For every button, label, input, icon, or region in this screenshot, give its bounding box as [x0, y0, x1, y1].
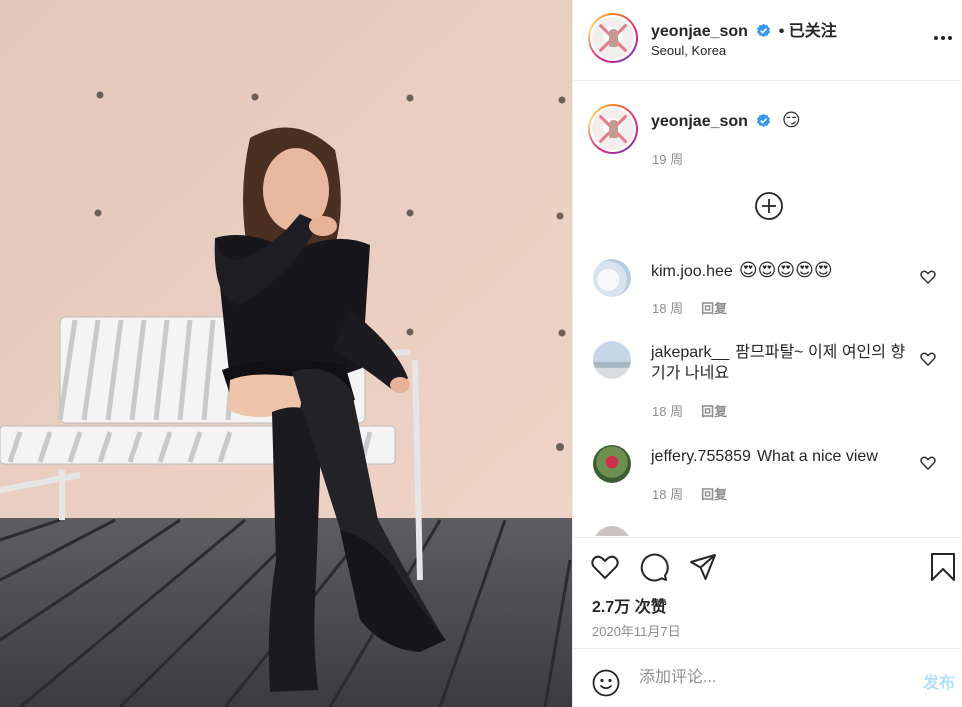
post-location[interactable]: Seoul, Korea: [651, 43, 726, 58]
comment-time[interactable]: 18 周: [652, 301, 683, 316]
comment-meta: 18 周 回复: [652, 484, 727, 503]
likes-count[interactable]: 2.7万 次赞: [592, 593, 667, 617]
comment-composer: 发布: [573, 648, 962, 707]
commenter-avatar[interactable]: [593, 445, 631, 483]
side-panel: yeonjae_son • 已关注 Seoul, Korea yeonjae_s…: [572, 0, 962, 707]
comment-input[interactable]: [639, 666, 899, 690]
comment-text: 😍😍😍😍😍: [738, 260, 833, 281]
comment-meta: 18 周 回复: [652, 298, 727, 317]
comment-text: What a nice view: [756, 448, 878, 465]
commenter-avatar[interactable]: [593, 259, 631, 297]
photo-illustration: [0, 0, 572, 707]
caption: yeonjae_son 😏: [651, 110, 801, 132]
bookmark-icon[interactable]: [928, 552, 958, 582]
reply-button[interactable]: 回复: [701, 404, 727, 419]
comments-section: yeonjae_son 😏 19 周 kim.joo.hee 😍😍😍😍😍 18 …: [573, 82, 962, 536]
post-actions: 2.7万 次赞 2020年11月7日: [573, 537, 962, 648]
comment-meta: 18 周 回复: [652, 401, 727, 420]
post-comment-button[interactable]: 发布: [923, 669, 955, 693]
author-username[interactable]: yeonjae_son: [651, 23, 748, 40]
heart-icon[interactable]: [920, 269, 936, 285]
verified-badge-icon: [756, 23, 770, 38]
reply-button[interactable]: 回复: [701, 487, 727, 502]
comment-time[interactable]: 18 周: [652, 487, 683, 502]
caption-text: 😏: [781, 110, 801, 131]
more-options-icon[interactable]: [931, 28, 955, 48]
comment-icon[interactable]: [639, 552, 669, 582]
comment-time[interactable]: 18 周: [652, 404, 683, 419]
comment-username[interactable]: jakepark__: [651, 344, 729, 361]
comment-2: jakepark__ 팜므파탈~ 이제 여인의 향기가 나네요: [651, 342, 911, 384]
author-avatar[interactable]: [588, 13, 638, 63]
reply-button[interactable]: 回复: [701, 301, 727, 316]
post-header: yeonjae_son • 已关注 Seoul, Korea: [573, 0, 962, 81]
emoji-icon[interactable]: [592, 669, 620, 697]
verified-badge-icon: [757, 113, 771, 128]
follow-status-button[interactable]: • 已关注: [779, 23, 837, 40]
post-photo[interactable]: [0, 0, 572, 707]
caption-username[interactable]: yeonjae_son: [651, 113, 748, 130]
comment-3: jeffery.755859 What a nice view: [651, 446, 911, 467]
heart-icon[interactable]: [590, 552, 620, 582]
post-modal: yeonjae_son • 已关注 Seoul, Korea yeonjae_s…: [0, 0, 962, 707]
comment-username[interactable]: jeffery.755859: [651, 448, 751, 465]
post-date[interactable]: 2020年11月7日: [592, 621, 681, 640]
heart-icon[interactable]: [920, 351, 936, 367]
comment-username[interactable]: kim.joo.hee: [651, 263, 733, 280]
comment-1: kim.joo.hee 😍😍😍😍😍: [651, 260, 911, 282]
commenter-avatar[interactable]: [593, 526, 631, 536]
commenter-avatar[interactable]: [593, 341, 631, 379]
heart-icon[interactable]: [920, 455, 936, 471]
plus-circle-icon[interactable]: [754, 191, 784, 221]
share-icon[interactable]: [688, 552, 718, 582]
caption-avatar[interactable]: [588, 104, 638, 154]
caption-time[interactable]: 19 周: [652, 149, 683, 168]
